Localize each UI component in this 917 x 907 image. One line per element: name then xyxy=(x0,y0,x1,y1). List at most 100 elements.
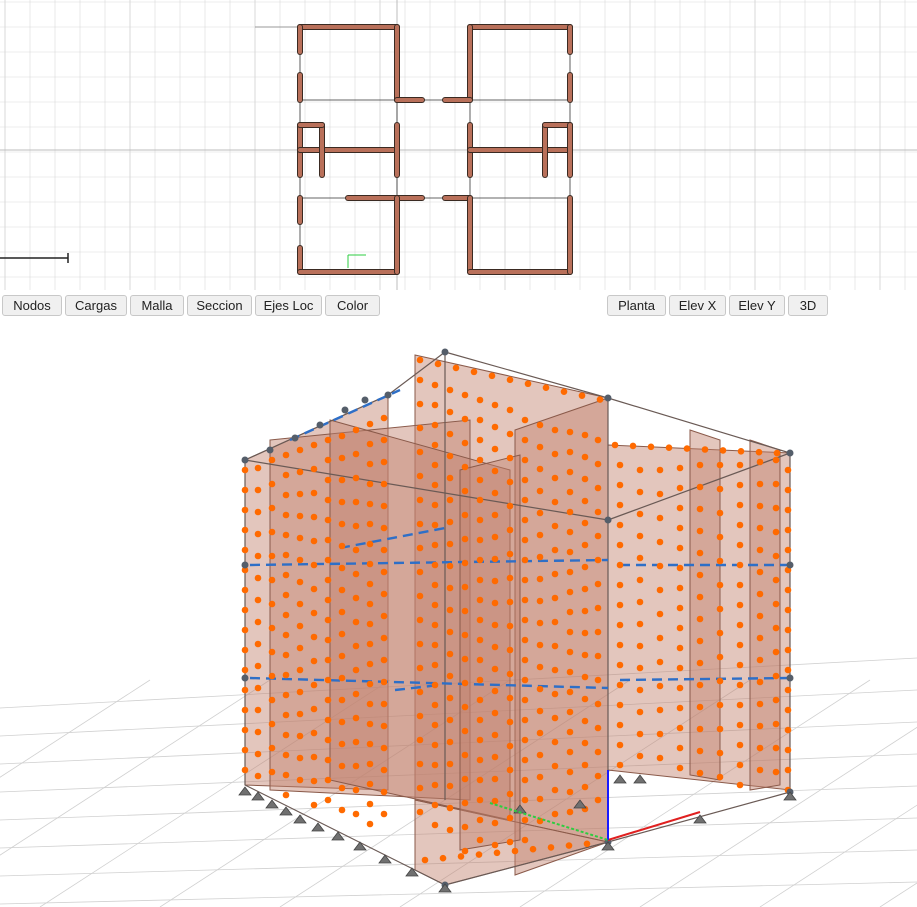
joint-node xyxy=(266,446,274,454)
mesh-node xyxy=(581,497,589,505)
mesh-node xyxy=(296,754,304,762)
elev-x-button[interactable]: Elev X xyxy=(669,295,726,316)
mesh-node xyxy=(551,690,559,698)
mesh-node xyxy=(268,528,276,536)
mesh-node xyxy=(521,776,529,784)
mesh-node xyxy=(581,739,589,747)
mesh-node xyxy=(676,624,684,632)
mesh-node xyxy=(772,768,780,776)
mesh-node xyxy=(431,561,439,569)
planta-button[interactable]: Planta xyxy=(607,295,666,316)
mesh-node xyxy=(536,421,544,429)
mesh-node xyxy=(446,540,454,548)
mesh-node xyxy=(736,781,744,789)
mesh-node xyxy=(676,604,684,612)
ejes-loc-button[interactable]: Ejes Loc xyxy=(255,295,322,316)
nodos-button[interactable]: Nodos xyxy=(2,295,62,316)
mesh-node xyxy=(676,564,684,572)
mesh-node xyxy=(282,571,290,579)
mesh-node xyxy=(461,823,469,831)
mesh-node xyxy=(551,594,559,602)
mesh-node xyxy=(506,670,514,678)
seccion-button[interactable]: Seccion xyxy=(187,295,252,316)
mesh-node xyxy=(521,456,529,464)
mesh-node xyxy=(636,488,644,496)
mesh-node xyxy=(565,842,573,849)
mesh-node xyxy=(282,491,290,499)
mesh-node xyxy=(636,510,644,518)
plan-grid xyxy=(0,0,917,290)
mesh-node xyxy=(380,590,388,598)
mesh-node xyxy=(416,712,424,720)
mesh-node xyxy=(636,620,644,628)
mesh-node xyxy=(716,677,724,685)
mesh-node xyxy=(268,672,276,680)
mesh-node xyxy=(772,528,780,536)
mesh-node xyxy=(461,511,469,519)
view-toolbar: Nodos Cargas Malla Seccion Ejes Loc Colo… xyxy=(0,293,917,319)
mesh-node xyxy=(254,596,262,604)
mesh-node xyxy=(551,618,559,626)
mesh-node xyxy=(716,749,724,757)
mesh-node xyxy=(696,769,704,777)
mesh-node xyxy=(521,756,529,764)
mesh-node xyxy=(636,708,644,716)
mesh-node xyxy=(594,748,602,756)
mesh-node xyxy=(636,686,644,694)
mesh-node xyxy=(324,536,332,544)
mesh-node xyxy=(446,672,454,680)
mesh-node xyxy=(566,488,574,496)
mesh-node xyxy=(282,671,290,679)
mesh-node xyxy=(551,642,559,650)
mesh-node xyxy=(282,751,290,759)
mesh-node xyxy=(380,458,388,466)
mesh-node xyxy=(491,445,499,453)
mesh-node xyxy=(268,768,276,776)
mesh-node xyxy=(551,786,559,794)
joint-node xyxy=(361,396,369,404)
mesh-node xyxy=(566,668,574,676)
ground-line xyxy=(0,679,151,778)
mesh-node xyxy=(416,640,424,648)
malla-button[interactable]: Malla xyxy=(130,295,184,316)
mesh-node xyxy=(566,568,574,576)
mesh-node xyxy=(310,801,318,809)
mesh-node xyxy=(566,548,574,556)
mesh-node xyxy=(338,718,346,726)
mesh-node xyxy=(716,509,724,517)
mesh-node xyxy=(676,684,684,692)
mesh-node xyxy=(476,836,484,844)
mesh-node xyxy=(446,694,454,702)
mesh-node xyxy=(241,606,249,614)
mesh-node xyxy=(521,716,529,724)
mesh-node xyxy=(338,432,346,440)
mesh-node xyxy=(491,533,499,541)
mesh-node xyxy=(616,601,624,609)
color-button[interactable]: Color xyxy=(325,295,380,316)
mesh-node xyxy=(521,676,529,684)
mesh-node xyxy=(560,388,568,395)
mesh-node xyxy=(716,485,724,493)
3d-button[interactable]: 3D xyxy=(788,295,828,316)
mesh-node xyxy=(296,776,304,784)
mesh-node xyxy=(352,786,360,794)
mesh-node xyxy=(737,448,745,455)
mesh-node xyxy=(536,751,544,759)
joint-node xyxy=(786,561,794,569)
3d-view[interactable] xyxy=(0,322,917,907)
mesh-node xyxy=(736,481,744,489)
mesh-node xyxy=(756,612,764,620)
mesh-node xyxy=(431,721,439,729)
cargas-button[interactable]: Cargas xyxy=(65,295,127,316)
mesh-node xyxy=(352,690,360,698)
mesh-node xyxy=(254,464,262,472)
mesh-node xyxy=(594,700,602,708)
plan-view[interactable] xyxy=(0,0,917,290)
mesh-node xyxy=(716,581,724,589)
elev-y-button[interactable]: Elev Y xyxy=(729,295,785,316)
mesh-node xyxy=(282,611,290,619)
mesh-node xyxy=(241,646,249,654)
mesh-node xyxy=(491,511,499,519)
joint-node xyxy=(441,348,449,356)
mesh-node xyxy=(736,541,744,549)
